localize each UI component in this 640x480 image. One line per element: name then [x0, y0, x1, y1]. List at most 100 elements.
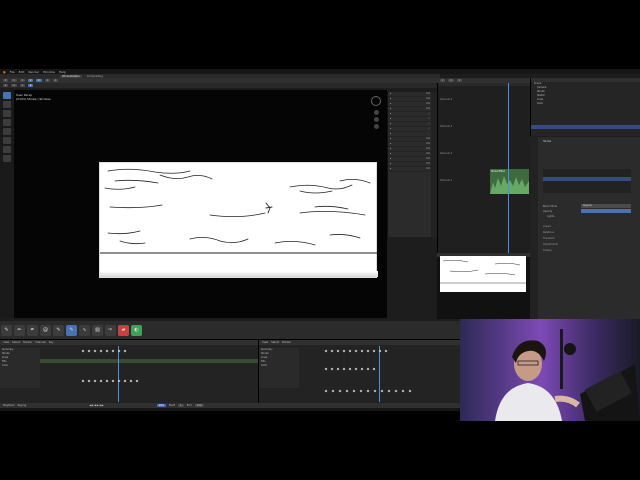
draw-tool-icon[interactable]: [3, 92, 11, 99]
dopesheet2-select[interactable]: Select: [271, 341, 279, 344]
keyframe[interactable]: [401, 389, 405, 393]
sequencer-view-menu[interactable]: ▾: [440, 79, 446, 82]
overlay-toggle[interactable]: ▾: [44, 79, 50, 82]
tint-icon[interactable]: ◐: [131, 324, 142, 336]
keyframe[interactable]: [117, 349, 121, 353]
menu-window[interactable]: Window: [43, 70, 55, 74]
dopesheet-right[interactable]: View Select Marker Summary Stroke Lines …: [258, 339, 461, 403]
section-header[interactable]: Relations: [543, 231, 554, 234]
section-header[interactable]: Adjustments: [543, 243, 558, 246]
keyframe[interactable]: [384, 349, 388, 353]
keyframe[interactable]: [360, 367, 364, 371]
pencil-icon[interactable]: ✏: [14, 324, 25, 336]
fill-tool-icon[interactable]: [3, 101, 11, 108]
zoom-icon[interactable]: [374, 110, 379, 115]
strength-field[interactable]: ▾: [19, 84, 25, 87]
draw-mode-toggle[interactable]: ▾: [27, 79, 34, 82]
keyframe[interactable]: [105, 379, 109, 383]
channel-row[interactable]: Color: [0, 364, 40, 368]
drawing-canvas[interactable]: [99, 162, 379, 278]
keyframe[interactable]: [324, 349, 328, 353]
menu-file[interactable]: File: [10, 70, 15, 74]
airbrush-icon[interactable]: ✎: [53, 324, 64, 336]
pen-icon[interactable]: ✑: [105, 324, 116, 336]
sequencer-strip[interactable]: Stroke Effect: [490, 169, 529, 194]
current-frame-field[interactable]: 103: [156, 404, 166, 407]
n-panel-row[interactable]: ▸ 0.0: [388, 167, 432, 172]
layer-list[interactable]: [543, 169, 631, 193]
keyframe[interactable]: [354, 349, 358, 353]
play-controls-icon[interactable]: ◀◀ ◀ ▶ ▶▶: [89, 404, 103, 407]
keyframe[interactable]: [348, 367, 352, 371]
transform-tool-icon[interactable]: [3, 155, 11, 162]
menu-help[interactable]: Help: [59, 70, 66, 74]
playback-menu[interactable]: Playback: [3, 404, 15, 407]
brush-selector[interactable]: ▾: [3, 84, 9, 87]
start-frame-field[interactable]: 1: [178, 404, 184, 407]
properties-tabs[interactable]: [530, 137, 538, 319]
end-frame-field[interactable]: 250: [194, 404, 204, 407]
layer-selected[interactable]: [543, 177, 631, 181]
keyframe[interactable]: [373, 389, 377, 393]
shading-toggle[interactable]: ▾: [52, 79, 59, 82]
keyframe[interactable]: [117, 379, 121, 383]
dopesheet-key[interactable]: Key: [49, 341, 54, 344]
keyframe[interactable]: [354, 367, 358, 371]
lights-toggle[interactable]: Lights: [547, 215, 554, 218]
fill-icon[interactable]: ▧: [92, 324, 103, 336]
keyframe[interactable]: [352, 389, 356, 393]
keyframe[interactable]: [135, 379, 139, 383]
sequencer-marker-menu[interactable]: ▾: [456, 79, 462, 82]
marker-icon[interactable]: @: [40, 324, 51, 336]
section-header[interactable]: Layers: [543, 225, 551, 228]
keyframe[interactable]: [330, 367, 334, 371]
material-selector[interactable]: ▾: [27, 84, 34, 87]
channel-row[interactable]: Color: [259, 364, 299, 368]
keyframe[interactable]: [93, 379, 97, 383]
keyframe[interactable]: [359, 389, 363, 393]
keyframe[interactable]: [366, 389, 370, 393]
keyframe[interactable]: [338, 389, 342, 393]
keyframe[interactable]: [93, 349, 97, 353]
keyframe[interactable]: [87, 379, 91, 383]
smooth-icon[interactable]: ∿: [79, 324, 90, 336]
cutter-tool-icon[interactable]: [3, 128, 11, 135]
keyframe[interactable]: [366, 349, 370, 353]
keyframe[interactable]: [342, 349, 346, 353]
keyframe[interactable]: [111, 349, 115, 353]
keyframe[interactable]: [87, 349, 91, 353]
keyframe[interactable]: [366, 367, 370, 371]
navigation-gizmo[interactable]: [371, 96, 381, 106]
keyframe[interactable]: [324, 389, 328, 393]
eraser-icon[interactable]: ▰: [118, 324, 129, 336]
select-menu[interactable]: ▾: [19, 79, 25, 82]
blend-mode-select[interactable]: Regular: [581, 204, 631, 208]
mode-selector[interactable]: ▾: [3, 79, 9, 82]
brush-icon[interactable]: ✎: [1, 324, 12, 336]
sequencer-select-menu[interactable]: ▾: [448, 79, 454, 82]
dopesheet-marker[interactable]: Marker: [23, 341, 32, 344]
outliner-selected-row[interactable]: [531, 125, 640, 129]
dopesheet-view[interactable]: View: [3, 341, 9, 344]
keyframe[interactable]: [348, 349, 352, 353]
dopesheet2-marker[interactable]: Marker: [282, 341, 291, 344]
tint-tool-icon[interactable]: [3, 119, 11, 126]
erase-tool-icon[interactable]: [3, 110, 11, 117]
radius-field[interactable]: ▾: [11, 84, 17, 87]
keyframe[interactable]: [111, 379, 115, 383]
keyframe[interactable]: [99, 379, 103, 383]
keyframe[interactable]: [372, 367, 376, 371]
keyframe[interactable]: [81, 349, 85, 353]
dopesheet2-playhead[interactable]: [379, 346, 380, 402]
dopesheet-left[interactable]: View Select Marker Channel Key Summary S…: [0, 339, 258, 403]
keyframe[interactable]: [324, 367, 328, 371]
dopesheet-select[interactable]: Select: [12, 341, 20, 344]
keyframe[interactable]: [372, 349, 376, 353]
menu-edit[interactable]: Edit: [19, 70, 25, 74]
keyframe[interactable]: [408, 389, 412, 393]
menu-render[interactable]: Render: [28, 70, 39, 74]
blender-logo-icon[interactable]: ●: [3, 70, 6, 74]
dopesheet2-view[interactable]: View: [262, 341, 268, 344]
opacity-slider[interactable]: [581, 209, 631, 213]
eyedropper-tool-icon[interactable]: [3, 137, 11, 144]
